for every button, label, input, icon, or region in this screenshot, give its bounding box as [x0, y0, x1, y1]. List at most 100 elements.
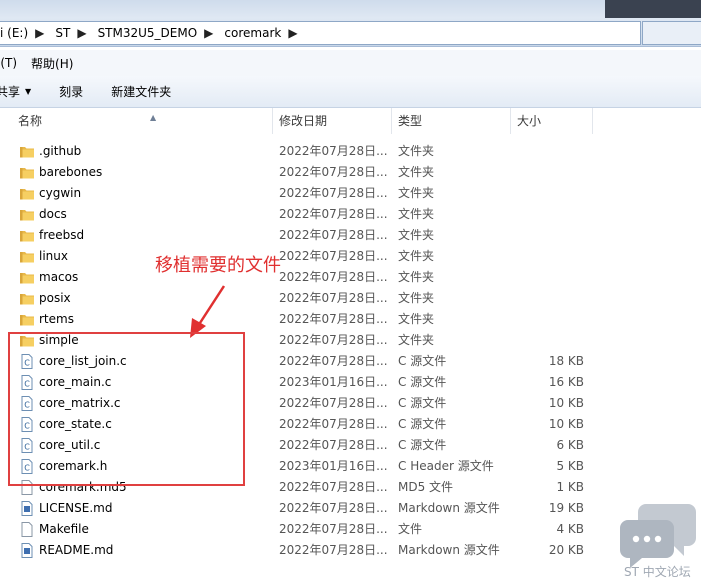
column-size[interactable]: 大小 — [511, 108, 593, 134]
share-button[interactable]: 共享 ▼ — [0, 83, 31, 100]
file-size: 19 KB — [548, 501, 584, 515]
window-title-strip — [0, 0, 701, 18]
folder-icon — [19, 312, 35, 327]
file-date: 2022年07月28日... — [279, 144, 388, 158]
file-row[interactable]: barebones 2022年07月28日... 文件夹 — [0, 162, 701, 183]
file-type: C 源文件 — [398, 375, 447, 389]
folder-icon — [19, 228, 35, 243]
watermark-text: ST 中文论坛 — [624, 565, 691, 579]
file-name: README.md — [39, 543, 114, 557]
file-date: 2022年07月28日... — [279, 501, 388, 515]
file-row[interactable]: posix 2022年07月28日... 文件夹 — [0, 288, 701, 309]
file-name: freebsd — [39, 228, 85, 242]
new-folder-button[interactable]: 新建文件夹 — [111, 83, 171, 100]
file-row[interactable]: .github 2022年07月28日... 文件夹 — [0, 141, 701, 162]
column-header: 名称 ▲ 修改日期 类型 大小 — [0, 108, 701, 134]
column-date[interactable]: 修改日期 — [273, 108, 392, 134]
column-name[interactable]: 名称 ▲ — [12, 108, 273, 134]
file-type: MD5 文件 — [398, 480, 454, 494]
file-type: 文件夹 — [398, 312, 435, 326]
file-name: Makefile — [39, 522, 89, 536]
file-type: 文件夹 — [398, 270, 435, 284]
file-row[interactable]: rtems 2022年07月28日... 文件夹 — [0, 309, 701, 330]
file-name: rtems — [39, 312, 74, 326]
file-date: 2022年07月28日... — [279, 354, 388, 368]
file-type: C 源文件 — [398, 438, 447, 452]
file-size: 10 KB — [548, 396, 584, 410]
file-date: 2022年07月28日... — [279, 165, 388, 179]
md-file-icon — [19, 501, 35, 516]
file-row[interactable]: Makefile 2022年07月28日... 文件 4 KB — [0, 519, 701, 540]
file-size: 5 KB — [556, 459, 584, 473]
menu-help[interactable]: 帮助(H) — [31, 55, 73, 72]
file-row[interactable]: LICENSE.md 2022年07月28日... Markdown 源文件 19 K… — [0, 498, 701, 519]
file-date: 2022年07月28日... — [279, 396, 388, 410]
folder-icon — [19, 270, 35, 285]
file-row[interactable]: cygwin 2022年07月28日... 文件夹 — [0, 183, 701, 204]
file-type: 文件夹 — [398, 228, 435, 242]
breadcrumb-chevron-icon[interactable]: ▶ — [204, 26, 213, 40]
annotation-box — [8, 332, 245, 486]
file-row[interactable]: README.md 2022年07月28日... Markdown 源文件 20 KB — [0, 540, 701, 561]
file-date: 2022年07月28日... — [279, 270, 388, 284]
column-type[interactable]: 类型 — [392, 108, 511, 134]
dropdown-arrow-icon: ▼ — [25, 87, 32, 96]
folder-icon — [19, 207, 35, 222]
file-date: 2022年07月28日... — [279, 186, 388, 200]
file-date: 2022年07月28日... — [279, 291, 388, 305]
file-row[interactable]: macos 2022年07月28日... 文件夹 — [0, 267, 701, 288]
file-size: 6 KB — [556, 438, 584, 452]
annotation-label: 移植需要的文件 — [155, 255, 281, 276]
file-size: 1 KB — [556, 480, 584, 494]
file-date: 2022年07月28日... — [279, 228, 388, 242]
breadcrumb-stm32u5-demo[interactable]: STM32U5_DEMO — [98, 26, 198, 40]
file-name: docs — [39, 207, 67, 221]
file-row[interactable]: docs 2022年07月28日... 文件夹 — [0, 204, 701, 225]
breadcrumb-drive[interactable]: i (E:) — [0, 26, 28, 40]
file-name: posix — [39, 291, 71, 305]
file-date: 2022年07月28日... — [279, 480, 388, 494]
file-size: 16 KB — [548, 375, 584, 389]
folder-icon — [19, 249, 35, 264]
menu-tools[interactable]: l(T) — [0, 56, 17, 70]
file-date: 2022年07月28日... — [279, 249, 388, 263]
menu-bar: l(T) 帮助(H) — [0, 50, 701, 76]
breadcrumb-chevron-icon[interactable]: ▶ — [288, 26, 297, 40]
breadcrumb-st[interactable]: ST — [55, 26, 70, 40]
folder-icon — [19, 165, 35, 180]
breadcrumb-chevron-icon[interactable]: ▶ — [35, 26, 44, 40]
file-type: C 源文件 — [398, 396, 447, 410]
address-bar: i (E:) ▶ ST ▶ STM32U5_DEMO ▶ coremark ▶ — [0, 18, 701, 47]
file-name: .github — [39, 144, 82, 158]
file-type: 文件夹 — [398, 144, 435, 158]
folder-icon — [19, 291, 35, 306]
file-row[interactable]: freebsd 2022年07月28日... 文件夹 — [0, 225, 701, 246]
file-icon — [19, 522, 35, 537]
file-size: 18 KB — [548, 354, 584, 368]
file-date: 2022年07月28日... — [279, 438, 388, 452]
breadcrumb-chevron-icon[interactable]: ▶ — [77, 26, 86, 40]
file-type: 文件夹 — [398, 207, 435, 221]
file-type: 文件夹 — [398, 291, 435, 305]
file-date: 2022年07月28日... — [279, 522, 388, 536]
file-name: macos — [39, 270, 79, 284]
file-type: 文件夹 — [398, 186, 435, 200]
file-date: 2022年07月28日... — [279, 207, 388, 221]
file-type: Markdown 源文件 — [398, 543, 500, 557]
file-date: 2022年07月28日... — [279, 417, 388, 431]
folder-icon — [19, 186, 35, 201]
file-type: 文件 — [398, 522, 423, 536]
file-type: Markdown 源文件 — [398, 501, 500, 515]
file-size: 4 KB — [556, 522, 584, 536]
file-size: 20 KB — [548, 543, 584, 557]
md-file-icon — [19, 543, 35, 558]
address-field[interactable]: i (E:) ▶ ST ▶ STM32U5_DEMO ▶ coremark ▶ — [0, 21, 641, 45]
file-type: C 源文件 — [398, 417, 447, 431]
file-name: cygwin — [39, 186, 82, 200]
address-actions[interactable] — [642, 21, 701, 45]
file-row[interactable]: linux 2022年07月28日... 文件夹 — [0, 246, 701, 267]
breadcrumb-coremark[interactable]: coremark — [224, 26, 281, 40]
sort-ascending-icon: ▲ — [150, 113, 157, 122]
file-type: C 源文件 — [398, 354, 447, 368]
burn-button[interactable]: 刻录 — [59, 83, 83, 100]
